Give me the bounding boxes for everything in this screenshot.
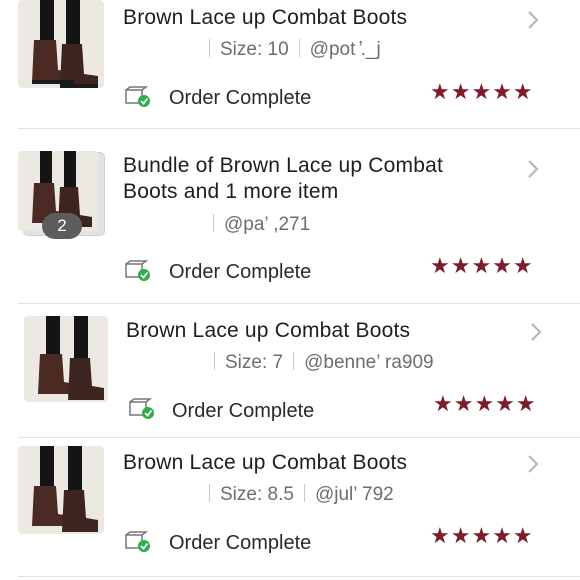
order-status: Order Complete (169, 87, 312, 109)
package-check-icon (125, 86, 151, 108)
order-title: Brown Lace up Combat Boots (123, 6, 408, 29)
boots-photo (24, 316, 108, 402)
meta-divider (298, 39, 300, 57)
boots-photo (18, 446, 104, 534)
rating-stars: ★★★★★ (433, 391, 537, 416)
seller-handle[interactable]: @pot ̓._j (310, 39, 381, 60)
product-thumbnail[interactable] (18, 0, 104, 88)
product-thumbnail[interactable] (18, 446, 104, 534)
size-label: Size: 8.5 (220, 484, 294, 505)
package-check-icon (125, 531, 151, 553)
order-row[interactable]: Brown Lace up Combat Boots Size: 7 @benne… (0, 304, 580, 436)
meta-divider (303, 484, 305, 502)
meta-divider (209, 484, 210, 502)
meta-divider (209, 39, 210, 57)
order-meta: @pa’ ,271 (123, 213, 310, 237)
size-label: Size: 10 (220, 39, 289, 60)
chevron-right-icon[interactable] (526, 10, 540, 30)
seller-handle[interactable]: @benne’ ra909 (304, 352, 434, 373)
meta-divider (214, 352, 215, 370)
meta-divider (293, 352, 295, 370)
order-meta: Size: 7 @benne’ ra909 (126, 351, 434, 375)
bundle-count-badge: 2 (42, 213, 82, 239)
order-row[interactable]: Brown Lace up Combat Boots Size: 10 @pot … (0, 0, 580, 128)
order-status: Order Complete (169, 261, 312, 283)
order-meta: Size: 10 @pot ̓._j (123, 38, 381, 62)
meta-divider (213, 214, 214, 232)
chevron-right-icon[interactable] (526, 159, 540, 179)
order-title: Bundle of Brown Lace up Combat Boots and… (123, 154, 444, 203)
rating-stars: ★★★★★ (430, 79, 534, 104)
seller-handle[interactable]: @jul’ 792 (315, 484, 394, 505)
order-row[interactable]: Brown Lace up Combat Boots Size: 8.5 @jul… (0, 438, 580, 580)
boots-photo (18, 0, 104, 88)
order-title: Brown Lace up Combat Boots (123, 451, 408, 474)
order-status: Order Complete (172, 400, 315, 422)
chevron-right-icon[interactable] (529, 322, 543, 342)
package-check-icon (125, 260, 151, 282)
order-meta: Size: 8.5 @jul’ 792 (123, 483, 394, 507)
seller-handle[interactable]: @pa’ ,271 (224, 214, 310, 235)
chevron-right-icon[interactable] (526, 454, 540, 474)
order-row[interactable]: 2 Bundle of Brown Lace up Combat Boots a… (0, 129, 580, 303)
product-thumbnail[interactable] (24, 316, 108, 402)
order-list: Brown Lace up Combat Boots Size: 10 @pot … (0, 0, 580, 580)
rating-stars: ★★★★★ (430, 523, 534, 548)
rating-stars: ★★★★★ (430, 253, 534, 278)
size-label: Size: 7 (225, 352, 284, 373)
package-check-icon (129, 398, 155, 420)
order-title: Brown Lace up Combat Boots (126, 319, 411, 342)
order-status: Order Complete (169, 532, 312, 554)
row-divider (18, 576, 580, 577)
